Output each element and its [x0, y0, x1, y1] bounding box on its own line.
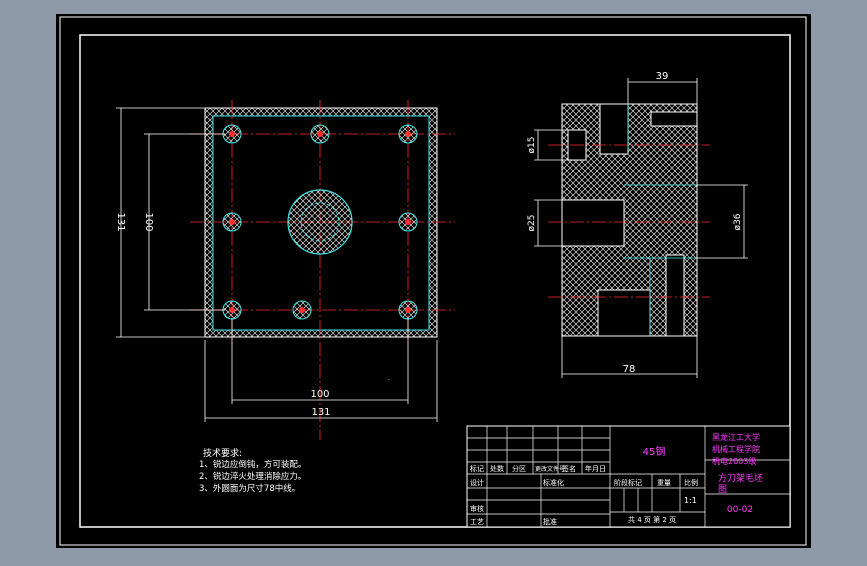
tb-col-mark: 标记 [470, 464, 484, 473]
note-item-3: 3、外圆面为尺寸78中线。 [199, 483, 300, 494]
note-item-2: 2、锐边淬火处理消除应力。 [199, 471, 306, 482]
cad-viewport[interactable]: 100 131 131 100 39 78 ø15 ø25 ø36 . 技术要求… [0, 0, 867, 562]
dim-front-height-outer: 131 [115, 212, 126, 231]
tb-col-zone: 分区 [512, 464, 526, 473]
dim-front-width-outer: 131 [311, 407, 330, 418]
dim-dia-outer: ø36 [733, 213, 743, 230]
tb-scale: 1:1 [684, 496, 697, 505]
tb-weight: 重量 [657, 479, 671, 487]
tb-col-date: 年月日 [585, 464, 606, 473]
tb-col-sign: 签名 [562, 464, 576, 473]
tb-approve: 批准 [543, 517, 557, 526]
tb-drawing-name-2: 图 [718, 484, 727, 495]
tb-check: 审核 [470, 504, 484, 513]
tb-drawing-name-1: 方刀架毛坯 [718, 472, 763, 484]
title-block: 标记 处数 分区 更改文件号 签名 年月日 设计 标准化 审核 工艺 批准 45… [466, 425, 791, 528]
tb-stage-mark: 阶段标记 [614, 478, 642, 487]
tb-process: 工艺 [470, 518, 484, 526]
note-item-1: 1、锐边应倒钝，方可装配。 [199, 459, 306, 470]
tb-standardize: 标准化 [543, 478, 564, 487]
tb-col-doc: 更改文件号 [535, 465, 565, 473]
tb-school-1: 黑龙江工大学 [712, 432, 760, 442]
dim-side-bottom-width: 78 [623, 364, 636, 375]
tb-col-count: 处数 [490, 464, 504, 473]
tb-sheet-info: 共 4 页 第 2 页 [628, 515, 676, 524]
notes-title: 技术要求: [203, 447, 242, 459]
central-boss-hatched [287, 189, 353, 255]
tb-school-3: 机电2003级 [712, 456, 756, 466]
stray-point: . [388, 375, 390, 382]
tb-design: 设计 [470, 478, 484, 487]
tb-material: 45钢 [643, 445, 666, 458]
dim-front-width-holes: 100 [310, 389, 329, 400]
dim-front-height-holes: 100 [143, 212, 154, 231]
tb-drawing-number: 00-02 [727, 505, 753, 515]
tb-school-2: 机械工程学院 [712, 444, 760, 454]
dim-dia-bore: ø25 [527, 215, 537, 232]
dim-side-top-width: 39 [656, 71, 669, 82]
dim-dia-small: ø15 [527, 137, 537, 154]
tb-ratio: 比例 [684, 478, 698, 487]
